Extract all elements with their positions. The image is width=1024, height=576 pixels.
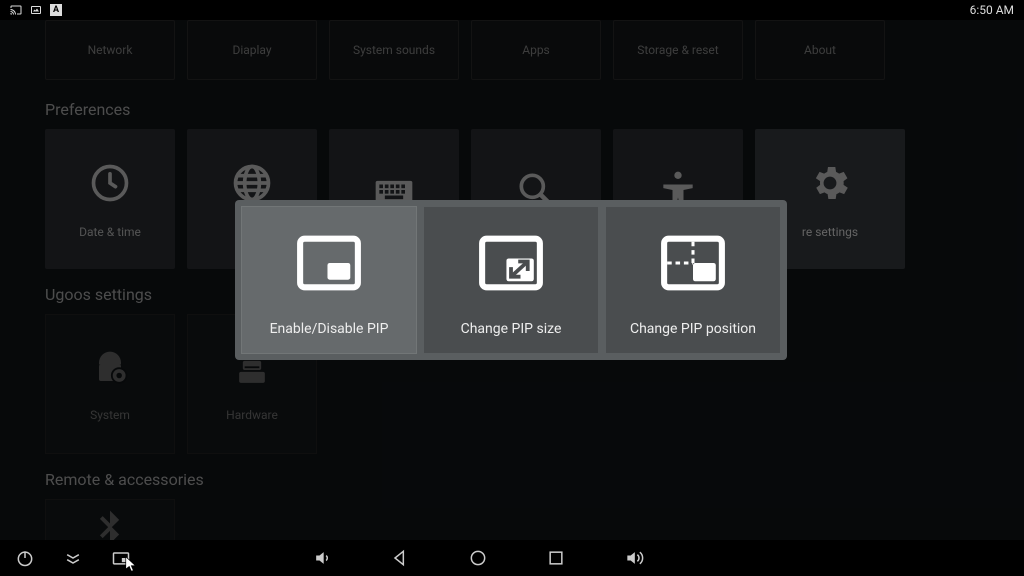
home-button[interactable] bbox=[467, 547, 489, 569]
label: Storage & reset bbox=[637, 43, 718, 57]
label: System sounds bbox=[353, 43, 435, 57]
tile-system[interactable]: System bbox=[45, 314, 175, 454]
popup-pip-position[interactable]: Change PIP position bbox=[606, 207, 780, 353]
back-button[interactable] bbox=[389, 547, 411, 569]
tile-date-time[interactable]: Date & time bbox=[45, 129, 175, 269]
section-preferences: Preferences bbox=[45, 100, 1024, 119]
label: Network bbox=[88, 43, 133, 57]
volume-up-button[interactable] bbox=[623, 547, 645, 569]
power-button[interactable] bbox=[14, 547, 36, 569]
recents-button[interactable] bbox=[545, 547, 567, 569]
gear-icon bbox=[806, 159, 854, 207]
top-tile-about[interactable]: About bbox=[755, 20, 885, 80]
volume-down-button[interactable] bbox=[311, 547, 333, 569]
pip-size-icon bbox=[471, 223, 551, 303]
status-bar: A 6:50 AM bbox=[0, 0, 1024, 20]
label: Enable/Disable PIP bbox=[270, 321, 389, 337]
label: Date & time bbox=[79, 225, 141, 239]
pip-toggle-icon bbox=[289, 223, 369, 303]
label: Change PIP size bbox=[461, 321, 562, 337]
mouse-cursor bbox=[125, 556, 139, 574]
collapse-button[interactable] bbox=[62, 547, 84, 569]
section-remote: Remote & accessories bbox=[45, 470, 1024, 489]
top-tile-network[interactable]: Network bbox=[45, 20, 175, 80]
clock-text: 6:50 AM bbox=[970, 3, 1014, 17]
pip-position-icon bbox=[653, 223, 733, 303]
label: Hardware bbox=[226, 408, 278, 422]
android-gear-icon bbox=[86, 346, 134, 394]
pip-popup: Enable/Disable PIP Change PIP size Chang… bbox=[235, 200, 787, 360]
top-tile-apps[interactable]: Apps bbox=[471, 20, 601, 80]
top-tile-display[interactable]: Diaplay bbox=[187, 20, 317, 80]
label: Change PIP position bbox=[630, 321, 756, 337]
cast-icon bbox=[10, 4, 22, 16]
text-icon: A bbox=[50, 4, 62, 16]
popup-enable-pip[interactable]: Enable/Disable PIP bbox=[242, 207, 416, 353]
top-tile-sounds[interactable]: System sounds bbox=[329, 20, 459, 80]
popup-pip-size[interactable]: Change PIP size bbox=[424, 207, 598, 353]
clock-icon bbox=[86, 159, 134, 207]
top-tile-storage[interactable]: Storage & reset bbox=[613, 20, 743, 80]
label: Apps bbox=[522, 43, 550, 57]
image-icon bbox=[30, 4, 42, 16]
label: System bbox=[90, 408, 130, 422]
label: re settings bbox=[802, 225, 858, 239]
label: About bbox=[804, 43, 836, 57]
label: Diaplay bbox=[232, 43, 271, 57]
nav-bar bbox=[0, 540, 1024, 576]
top-settings-row: Network Diaplay System sounds Apps Stora… bbox=[45, 20, 1024, 80]
